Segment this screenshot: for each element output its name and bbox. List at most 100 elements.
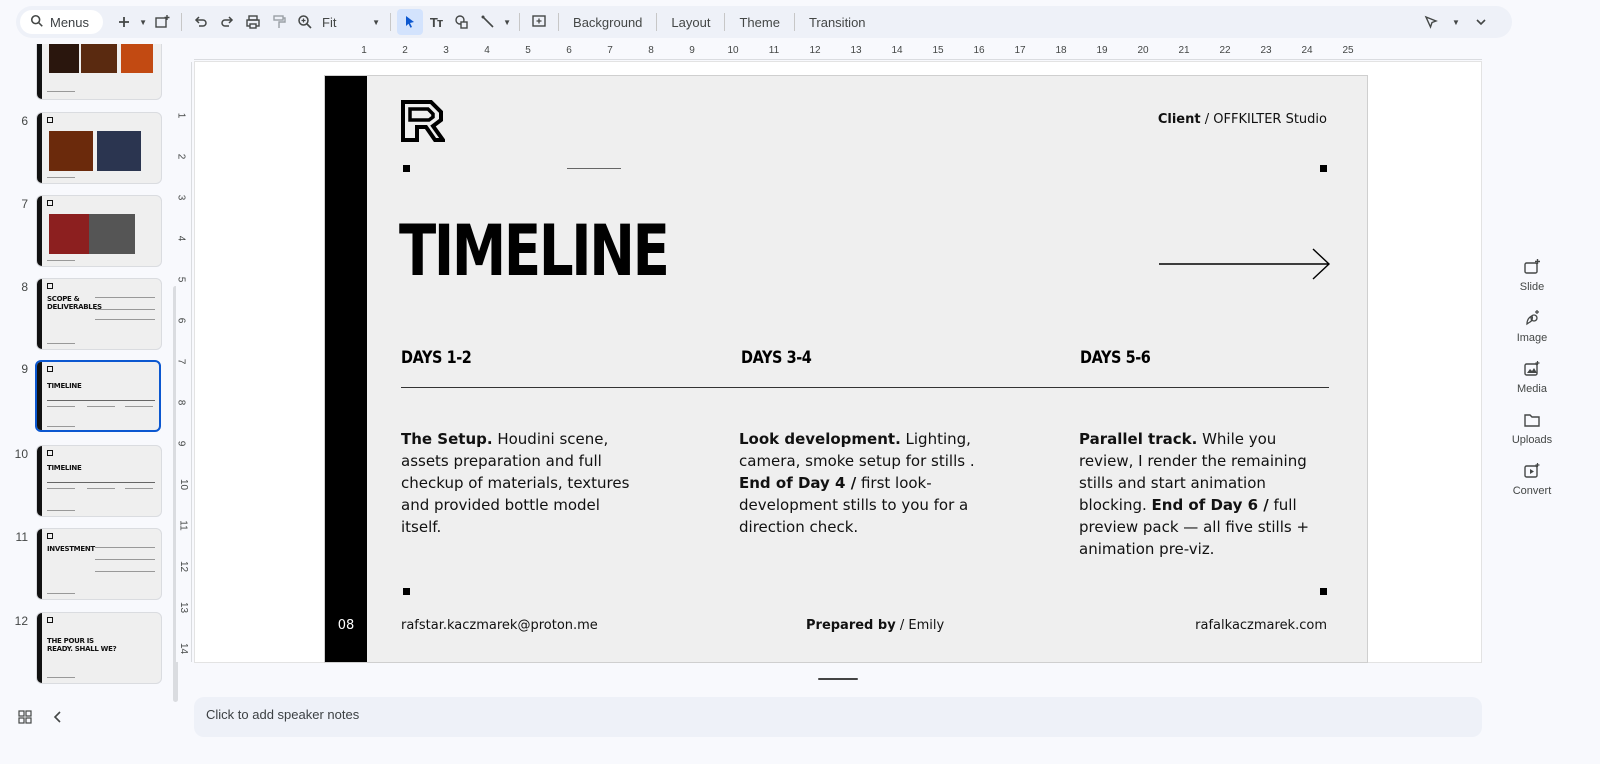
thumbnail-slide-10[interactable]: 10 TIMELINE: [0, 445, 170, 517]
slide-thumbnail[interactable]: SCOPE & DELIVERABLES: [36, 278, 162, 350]
slide-thumbnail-title: INVESTMENT: [47, 545, 95, 553]
ruler-tick-label: 6: [175, 317, 187, 324]
ai-image-icon: [1526, 310, 1539, 326]
day-description-1: The Setup. Houdini scene, assets prepara…: [401, 428, 641, 538]
thumbnail-slide-12[interactable]: 12 THE POUR IS READY. SHALL WE?: [0, 612, 170, 684]
theme-button[interactable]: Theme: [731, 15, 787, 30]
add-slide-icon: [1524, 259, 1540, 274]
slide-thumbnail[interactable]: [36, 44, 162, 100]
client-line: Client / OFFKILTER Studio: [1158, 112, 1327, 127]
slide-thumbnail[interactable]: TIMELINE: [36, 445, 162, 517]
search-icon: [30, 14, 44, 31]
prepared-separator: /: [899, 618, 905, 633]
ruler-tick-label: 11: [768, 45, 780, 56]
cursor-mode-icon[interactable]: [1418, 9, 1444, 35]
shape-icon[interactable]: [449, 9, 475, 35]
vertical-ruler: 1 2 3 4 5 6 7 8 9 10 11 12 13 14: [175, 62, 192, 662]
transition-button[interactable]: Transition: [801, 15, 874, 30]
plus-icon[interactable]: [111, 9, 137, 35]
thumbnail-slide-9[interactable]: 9 TIMELINE: [0, 360, 170, 432]
slide-thumbnail-title: THE POUR IS READY. SHALL WE?: [47, 637, 117, 653]
thumbnail-slide-8[interactable]: 8 SCOPE & DELIVERABLES: [0, 278, 170, 350]
ruler-tick-label: 23: [1260, 45, 1272, 56]
slide-thumbnail-selected[interactable]: TIMELINE: [35, 360, 161, 432]
horizontal-ruler: 1 2 3 4 5 6 7 8 9 10 11 12 13 14 15 16 17 18 19 20 21 22 23 24 2…: [194, 44, 1482, 60]
slide-thumbnail[interactable]: [36, 112, 162, 184]
corner-square: [1320, 588, 1327, 595]
undo-icon[interactable]: [188, 9, 214, 35]
ruler-tick-label: 7: [175, 358, 187, 365]
select-icon[interactable]: [397, 9, 424, 35]
speaker-notes-field[interactable]: Click to add speaker notes: [194, 697, 1482, 737]
thumbnail-slide-5[interactable]: [0, 44, 170, 102]
ruler-tick-label: 2: [402, 45, 408, 56]
side-slide-button[interactable]: Slide: [1496, 256, 1568, 307]
slide-filmstrip: 6 7 8 SCOPE & DELIVERABLES 9 TIMELINE 10…: [0, 44, 180, 704]
ruler-tick-label: 1: [361, 45, 367, 56]
slide-page-number: 08: [337, 618, 355, 633]
speaker-notes-placeholder: Click to add speaker notes: [206, 707, 360, 722]
print-icon[interactable]: [240, 9, 266, 35]
zoom-icon[interactable]: [292, 9, 318, 35]
decorative-line: [567, 168, 621, 169]
slide-title: TIMELINE: [399, 210, 670, 292]
chevron-down-icon[interactable]: [1468, 9, 1494, 35]
slide-number: 8: [21, 280, 28, 294]
slide-9[interactable]: 08 Client / OFFKILTER Studio TIMELINE DA…: [324, 75, 1368, 663]
notes-resize-handle[interactable]: [818, 678, 858, 680]
line-icon[interactable]: [475, 9, 501, 35]
slide-number: 11: [15, 530, 28, 544]
divider-line: [401, 387, 1329, 388]
zoom-select[interactable]: Fit ▼: [322, 15, 384, 30]
new-slide-icon[interactable]: [149, 9, 175, 35]
footer-prepared-by: Prepared by / Emily: [806, 618, 944, 633]
thumbnail-slide-11[interactable]: 11 INVESTMENT: [0, 528, 170, 600]
description-lead: Look development.: [739, 430, 901, 448]
layout-button[interactable]: Layout: [663, 15, 718, 30]
folder-icon: [1524, 414, 1540, 427]
description-lead: The Setup.: [401, 430, 493, 448]
text-icon[interactable]: Tт: [423, 9, 449, 35]
slide-number: 7: [21, 197, 28, 211]
slide-thumbnail-title: TIMELINE: [47, 464, 82, 472]
prepared-label: Prepared by: [806, 618, 896, 633]
slide-thumbnail[interactable]: [36, 195, 162, 267]
menus-search-button[interactable]: Menus: [20, 10, 104, 34]
comment-icon[interactable]: [526, 9, 552, 35]
ruler-tick-label: 13: [850, 45, 862, 56]
ruler-tick-label: 21: [1178, 45, 1190, 56]
slide-number: 10: [14, 447, 28, 461]
side-panel: Slide Image Media Uploads Convert: [1496, 256, 1568, 511]
menus-label: Menus: [50, 14, 90, 30]
side-convert-button[interactable]: Convert: [1496, 460, 1568, 511]
new-caret-icon[interactable]: ▼: [137, 18, 149, 27]
ruler-tick-label: 6: [566, 45, 572, 56]
description-lead: Parallel track.: [1079, 430, 1198, 448]
line-caret-icon[interactable]: ▼: [501, 18, 513, 27]
media-icon: [1524, 361, 1540, 376]
convert-icon: [1524, 463, 1540, 478]
background-button[interactable]: Background: [565, 15, 650, 30]
collapse-filmstrip-icon[interactable]: [52, 710, 64, 729]
thumbnail-slide-7[interactable]: 7: [0, 195, 170, 267]
slide-thumbnail[interactable]: INVESTMENT: [36, 528, 162, 600]
ruler-tick-label: 4: [484, 45, 490, 56]
cursor-caret-icon[interactable]: ▼: [1450, 18, 1462, 27]
client-label: Client: [1157, 112, 1201, 127]
side-image-button[interactable]: Image: [1496, 307, 1568, 358]
slide-number: 6: [21, 114, 28, 128]
bottom-left-controls: [18, 710, 64, 729]
ruler-tick-label: 14: [178, 642, 190, 655]
toolbar-divider: [519, 13, 521, 31]
side-item-label: Uploads: [1511, 434, 1553, 446]
paint-format-icon[interactable]: [266, 9, 292, 35]
ruler-tick-label: 13: [178, 601, 190, 614]
side-media-button[interactable]: Media: [1496, 358, 1568, 409]
redo-icon[interactable]: [214, 9, 240, 35]
slide-thumbnail[interactable]: THE POUR IS READY. SHALL WE?: [36, 612, 162, 684]
thumbnail-slide-6[interactable]: 6: [0, 112, 170, 184]
slide-number: 12: [14, 614, 28, 628]
grid-view-icon[interactable]: [18, 710, 32, 729]
side-uploads-button[interactable]: Uploads: [1496, 409, 1568, 460]
slide-thumbnail-title: TIMELINE: [47, 382, 82, 390]
